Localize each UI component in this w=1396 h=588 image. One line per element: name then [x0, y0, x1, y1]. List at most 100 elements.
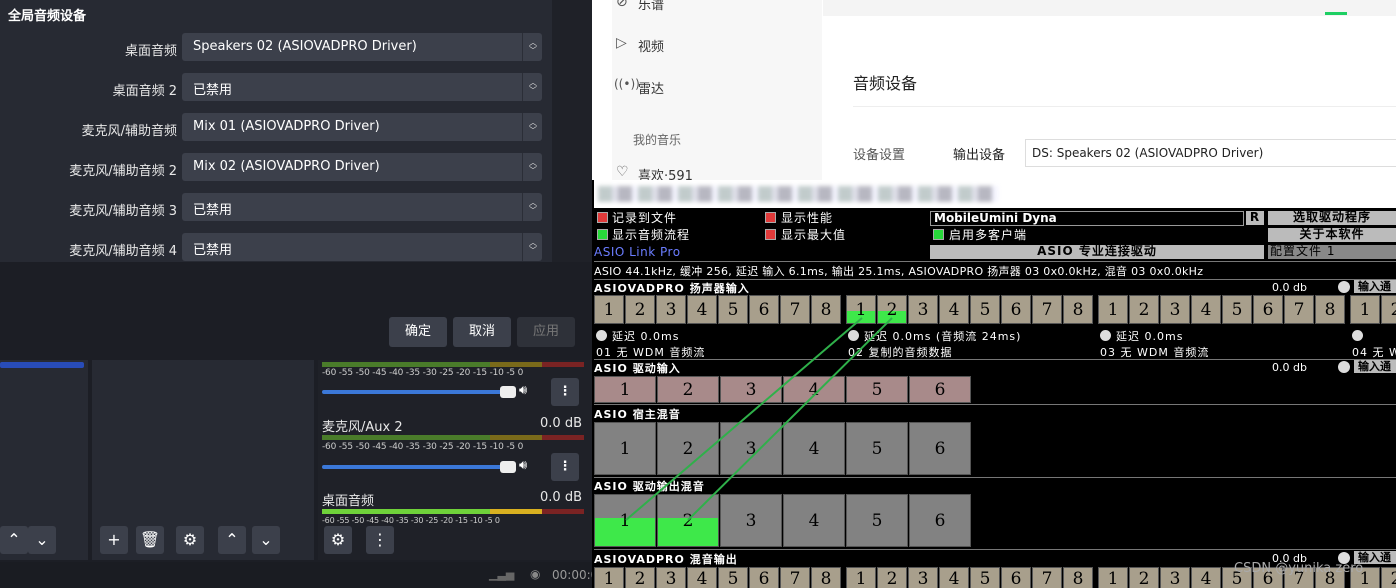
latency-knob-icon[interactable]: [1100, 330, 1111, 341]
app-name-link[interactable]: ASIO Link Pro: [594, 245, 681, 259]
channel-cell[interactable]: 6: [909, 494, 971, 547]
channel-cell[interactable]: 5: [970, 567, 1000, 588]
cancel-button[interactable]: 取消: [453, 317, 511, 347]
latency-knob-icon[interactable]: [596, 330, 607, 341]
multi-client-checkbox[interactable]: [933, 229, 944, 240]
channel-cell[interactable]: 2: [1129, 567, 1159, 588]
output-device-select[interactable]: DS: Speakers 02 (ASIOVADPRO Driver): [1025, 139, 1396, 167]
channel-cell[interactable]: 2: [625, 295, 655, 324]
channel-cell[interactable]: 4: [783, 494, 845, 547]
nav-item-video[interactable]: 视频: [638, 36, 664, 55]
channel-cell[interactable]: 4: [687, 567, 717, 588]
channel-cell[interactable]: 3: [656, 567, 686, 588]
channel-cell[interactable]: 8: [1063, 295, 1093, 324]
gear-icon[interactable]: ⚙︎: [176, 526, 204, 554]
channel-cell[interactable]: 1: [594, 295, 624, 324]
channel-cell[interactable]: 6: [1001, 295, 1031, 324]
source-down-icon[interactable]: ⌄: [252, 526, 280, 554]
more-menu-icon[interactable]: ⋮: [551, 453, 579, 481]
mixer-gear-icon[interactable]: ⚙︎: [324, 526, 352, 554]
channel-cell[interactable]: 8: [1063, 567, 1093, 588]
channel-cell[interactable]: 6: [1253, 295, 1283, 324]
channel-cell[interactable]: 1: [1350, 295, 1380, 324]
channel-cell[interactable]: 5: [846, 376, 908, 403]
volume-slider[interactable]: [322, 386, 516, 398]
channel-cell[interactable]: 4: [1191, 567, 1221, 588]
desktop-audio-2-select[interactable]: 已禁用 ︿ ﹀: [182, 73, 542, 101]
channel-cell[interactable]: 5: [846, 494, 908, 547]
channel-cell[interactable]: 4: [783, 422, 845, 475]
volume-slider[interactable]: [322, 461, 516, 473]
mic-aux-4-select[interactable]: 已禁用 ︿ ﹀: [182, 233, 542, 261]
channel-cell[interactable]: 4: [687, 295, 717, 324]
nav-item-score[interactable]: 乐谱: [638, 0, 664, 13]
channel-cell[interactable]: 1: [594, 567, 624, 588]
channel-cell[interactable]: 2: [877, 567, 907, 588]
channel-cell[interactable]: 5: [1222, 295, 1252, 324]
show-perf-checkbox[interactable]: [765, 212, 776, 223]
scene-up-icon[interactable]: ⌃: [0, 526, 28, 554]
channel-cell[interactable]: 7: [780, 567, 810, 588]
show-streams-checkbox[interactable]: [597, 229, 608, 240]
channel-cell[interactable]: 4: [1191, 295, 1221, 324]
apply-button[interactable]: 应用: [517, 317, 575, 347]
mixer-more-icon[interactable]: ⋮: [366, 526, 394, 554]
select-driver-button[interactable]: 选取驱动程序: [1268, 211, 1396, 225]
channel-cell[interactable]: 7: [1032, 295, 1062, 324]
record-checkbox[interactable]: [597, 212, 608, 223]
mic-aux-select[interactable]: Mix 01 (ASIOVADPRO Driver) ︿ ﹀: [182, 113, 542, 141]
channel-cell[interactable]: 6: [1001, 567, 1031, 588]
channel-cell[interactable]: 6: [909, 422, 971, 475]
channel-cell[interactable]: 8: [1315, 295, 1345, 324]
channel-cell[interactable]: 4: [783, 376, 845, 403]
channel-cell[interactable]: 5: [718, 567, 748, 588]
channel-cell[interactable]: 7: [1032, 567, 1062, 588]
scene-down-icon[interactable]: ⌄: [28, 526, 56, 554]
channel-cell[interactable]: 7: [1284, 295, 1314, 324]
latency-knob-icon[interactable]: [848, 330, 859, 341]
channel-cell[interactable]: 5: [846, 422, 908, 475]
trash-icon[interactable]: 🗑︎: [136, 526, 164, 554]
channel-cell[interactable]: 4: [939, 567, 969, 588]
mic-aux-3-select[interactable]: 已禁用 ︿ ﹀: [182, 193, 542, 221]
channel-cell[interactable]: 2: [657, 422, 719, 475]
channel-cell[interactable]: 1: [1098, 567, 1128, 588]
slider-handle[interactable]: [500, 386, 516, 398]
channel-cell[interactable]: 6: [749, 295, 779, 324]
channel-cell[interactable]: 1: [846, 295, 876, 324]
add-source-icon[interactable]: +: [100, 526, 128, 554]
channel-cell[interactable]: 1: [594, 376, 656, 403]
ok-button[interactable]: 确定: [389, 317, 447, 347]
gain-knob-icon[interactable]: [1338, 281, 1350, 293]
channel-cell[interactable]: 5: [718, 295, 748, 324]
speaker-icon[interactable]: 🔊︎: [519, 383, 527, 398]
device-name-field[interactable]: MobileUmini Dyna: [930, 211, 1244, 226]
channel-cell[interactable]: 3: [720, 422, 782, 475]
show-max-checkbox[interactable]: [765, 229, 776, 240]
input-button[interactable]: 输入通: [1354, 360, 1396, 373]
gain-knob-icon[interactable]: [1338, 361, 1350, 373]
channel-cell[interactable]: 1: [594, 422, 656, 475]
latency-knob-icon[interactable]: [1352, 330, 1363, 341]
channel-cell[interactable]: 1: [594, 494, 656, 547]
nav-item-radar[interactable]: 雷达: [638, 78, 664, 97]
input-button[interactable]: 输入通: [1354, 280, 1396, 293]
mic-aux-2-select[interactable]: Mix 02 (ASIOVADPRO Driver) ︿ ﹀: [182, 153, 542, 181]
channel-cell[interactable]: 2: [1381, 295, 1396, 324]
desktop-audio-select[interactable]: Speakers 02 (ASIOVADPRO Driver) ︿ ﹀: [182, 33, 542, 61]
slider-handle[interactable]: [500, 461, 516, 473]
about-button[interactable]: 关于本软件: [1268, 228, 1396, 242]
channel-cell[interactable]: 6: [749, 567, 779, 588]
channel-cell[interactable]: 3: [908, 567, 938, 588]
speaker-icon[interactable]: 🔊︎: [519, 458, 527, 473]
channel-cell[interactable]: 5: [970, 295, 1000, 324]
channel-cell[interactable]: 3: [720, 494, 782, 547]
channel-cell[interactable]: 4: [939, 295, 969, 324]
channel-cell[interactable]: 2: [625, 567, 655, 588]
channel-cell[interactable]: 3: [656, 295, 686, 324]
channel-cell[interactable]: 7: [780, 295, 810, 324]
r-button[interactable]: R: [1246, 211, 1264, 225]
source-up-icon[interactable]: ⌃: [218, 526, 246, 554]
channel-cell[interactable]: 3: [1160, 567, 1190, 588]
more-menu-icon[interactable]: ⋮: [551, 378, 579, 406]
